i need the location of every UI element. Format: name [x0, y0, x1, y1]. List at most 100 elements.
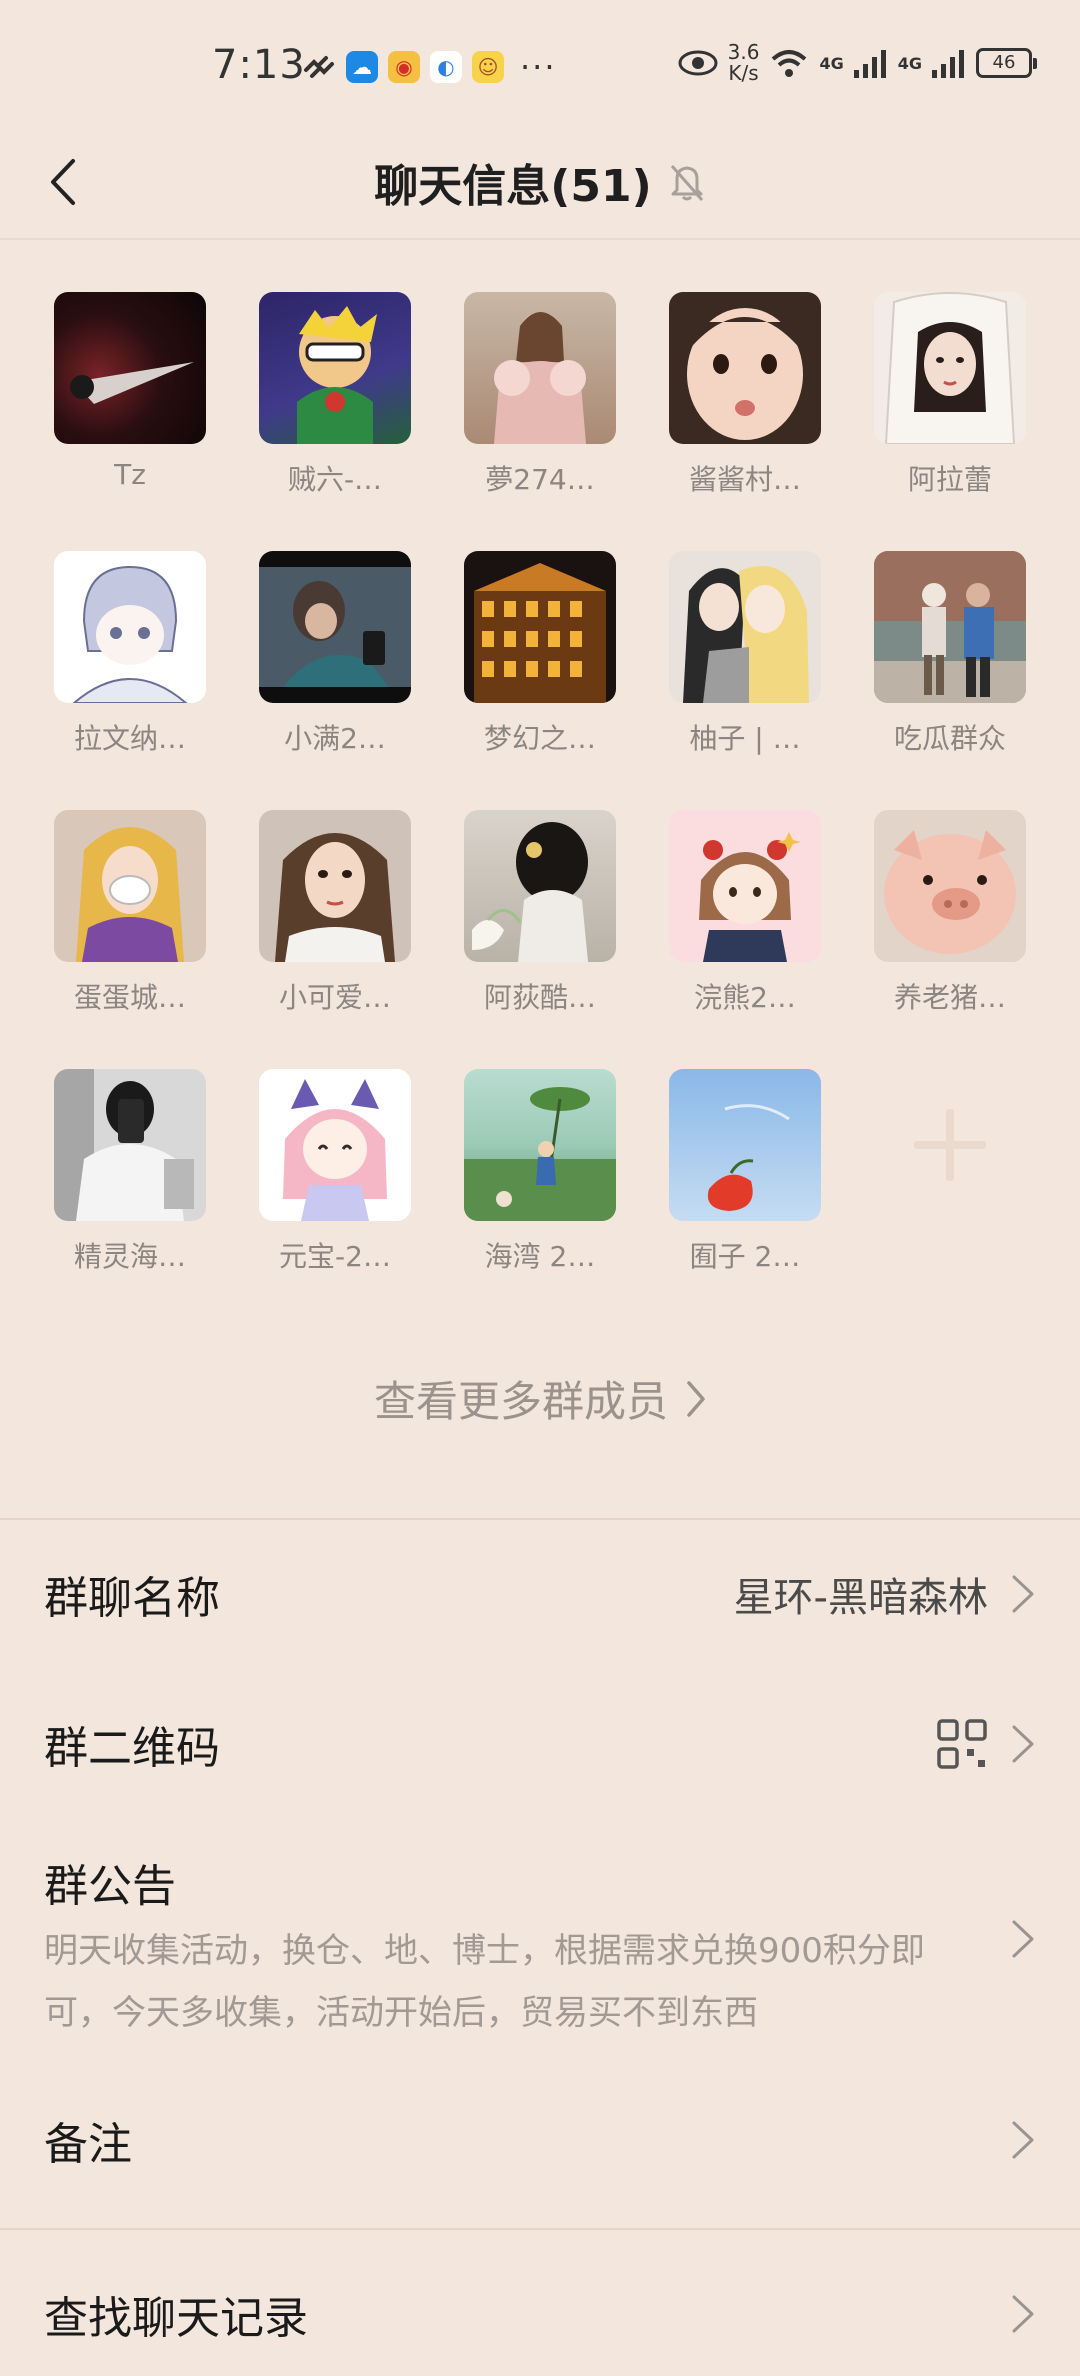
- portrait-avatar-icon: [464, 292, 616, 444]
- status-bar: 7:13 ☁ ◉ ◐ ☺ ··· 3.6 K/s 4G 4G 46: [0, 0, 1080, 130]
- member-name: 夢274…: [485, 463, 595, 496]
- group-qr-code-row[interactable]: 群二维码: [44, 1712, 1036, 1776]
- member-name: 蛋蛋城…: [73, 981, 186, 1014]
- more-notifications-icon: ···: [520, 48, 557, 86]
- member-name: 养老猪…: [893, 981, 1006, 1014]
- chevron-right-icon: [1012, 1920, 1034, 1958]
- member-item[interactable]: 拉文纳…: [54, 551, 206, 757]
- nav-bar: 聊天信息(51): [0, 130, 1080, 240]
- member-name: 元宝-2…: [279, 1240, 391, 1273]
- member-item[interactable]: 浣熊2…: [669, 810, 821, 1016]
- member-name: 浣熊2…: [694, 981, 796, 1014]
- building-avatar-icon: [464, 551, 616, 703]
- member-name: 小满2…: [284, 722, 386, 755]
- group-qr-code-label: 群二维码: [44, 1723, 220, 1774]
- member-item[interactable]: 囿子 2…: [669, 1069, 821, 1275]
- cartoon-avatar-icon: [259, 292, 411, 444]
- anime-girl-avatar-icon: [259, 1069, 411, 1221]
- member-item[interactable]: 小满2…: [259, 551, 411, 757]
- weibo-app-icon: ◉: [388, 51, 420, 83]
- chevron-right-icon: [1012, 1725, 1034, 1763]
- member-name: 囿子 2…: [689, 1240, 801, 1273]
- member-name: 拉文纳…: [73, 722, 186, 755]
- mute-bell-icon: [670, 165, 703, 201]
- remark-row[interactable]: 备注: [44, 2108, 1036, 2172]
- sketch-avatar-icon: [54, 551, 206, 703]
- member-item[interactable]: Tz: [54, 292, 206, 491]
- member-item[interactable]: 吃瓜群众: [874, 551, 1026, 757]
- member-name: 酱酱村…: [688, 463, 801, 496]
- wifi-icon: [772, 50, 807, 77]
- member-item[interactable]: 养老猪…: [874, 810, 1026, 1016]
- member-item[interactable]: 阿拉蕾: [874, 292, 1026, 498]
- chevron-right-icon: [1012, 1575, 1034, 1613]
- notification-icons: ☁ ◉ ◐ ☺ ···: [302, 48, 557, 86]
- member-item[interactable]: 梦幻之…: [464, 551, 616, 757]
- child-avatar-icon: [669, 292, 821, 444]
- chibi-avatar-icon: [669, 810, 821, 962]
- member-name: 海湾 2…: [484, 1240, 596, 1273]
- member-name: 贼六-…: [287, 463, 383, 496]
- add-member-button[interactable]: [874, 1069, 1026, 1221]
- group-name-value: 星环-黑暗森林: [733, 1575, 988, 1621]
- search-chat-history-row[interactable]: 查找聊天记录: [44, 2282, 1036, 2346]
- qr-code-right: [936, 1718, 1036, 1770]
- member-item[interactable]: 精灵海…: [54, 1069, 206, 1275]
- member-name: 精灵海…: [73, 1240, 186, 1273]
- group-name-label: 群聊名称: [44, 1573, 220, 1624]
- member-name: 吃瓜群众: [893, 722, 1006, 755]
- member-item[interactable]: 小可爱…: [259, 810, 411, 1016]
- section-divider: [0, 2228, 1080, 2230]
- member-item[interactable]: 元宝-2…: [259, 1069, 411, 1275]
- qr-code-icon: [937, 1719, 987, 1769]
- network-speed: 3.6 K/s: [727, 40, 760, 85]
- sky-avatar-icon: [669, 1069, 821, 1221]
- member-item[interactable]: 酱酱村…: [669, 292, 821, 498]
- princess-avatar-icon: [54, 810, 206, 962]
- group-name-row[interactable]: 群聊名称 星环-黑暗森林: [44, 1562, 1036, 1626]
- member-name: 阿荻酷…: [483, 981, 596, 1014]
- view-more-members-button[interactable]: 查看更多群成员: [0, 1368, 1080, 1429]
- section-divider: [0, 1518, 1080, 1520]
- field-avatar-icon: [464, 1069, 616, 1221]
- game-app-icon: ☺: [472, 51, 504, 83]
- eye-icon: [678, 50, 718, 76]
- status-time: 7:13: [212, 42, 306, 88]
- title-wrap: 聊天信息(51): [0, 150, 1080, 214]
- status-right: 3.6 K/s 4G 4G 46: [678, 40, 1037, 85]
- page-title: 聊天信息(51): [374, 161, 652, 212]
- signal-2-label: 4G: [897, 53, 922, 73]
- member-item[interactable]: 阿荻酷…: [464, 810, 616, 1016]
- group-notice-text: 明天收集活动，换仓、地、博士，根据需求兑换900积分即可，今天多收集，活动开始后…: [44, 1931, 925, 2033]
- member-item[interactable]: 夢274…: [464, 292, 616, 498]
- group-notice-label: 群公告: [44, 1861, 176, 1912]
- pig-avatar-icon: [874, 810, 1026, 962]
- hair-avatar-icon: [464, 810, 616, 962]
- member-name: Tz: [114, 458, 146, 491]
- member-name: 阿拉蕾: [907, 463, 992, 496]
- dark-avatar-icon: [54, 292, 206, 444]
- chevron-right-icon: [1012, 2121, 1034, 2159]
- member-name: 柚子 | …: [689, 722, 801, 755]
- nav-divider: [0, 238, 1080, 240]
- signal-1-label: 4G: [819, 53, 844, 73]
- view-more-members-label: 查看更多群成员: [373, 1377, 668, 1426]
- battery-indicator: 46: [976, 48, 1037, 78]
- member-item[interactable]: 贼六-…: [259, 292, 411, 498]
- member-name: 梦幻之…: [483, 722, 596, 755]
- member-item[interactable]: 蛋蛋城…: [54, 810, 206, 1016]
- mirror-avatar-icon: [54, 1069, 206, 1221]
- street-avatar-icon: [874, 551, 1026, 703]
- signal-bars-icon: [932, 50, 964, 78]
- search-chat-history-label: 查找聊天记录: [44, 2293, 308, 2344]
- browser-app-icon: ◐: [430, 51, 462, 83]
- link-icon: [304, 56, 334, 78]
- member-name: 小可爱…: [278, 981, 391, 1014]
- member-item[interactable]: 海湾 2…: [464, 1069, 616, 1275]
- signal-bars-icon: [853, 50, 886, 78]
- member-item[interactable]: 柚子 | …: [669, 551, 821, 757]
- remark-label: 备注: [44, 2119, 132, 2170]
- plus-icon: [874, 1069, 1026, 1221]
- drawing-avatar-icon: [874, 292, 1026, 444]
- weather-app-icon: ☁: [346, 51, 378, 83]
